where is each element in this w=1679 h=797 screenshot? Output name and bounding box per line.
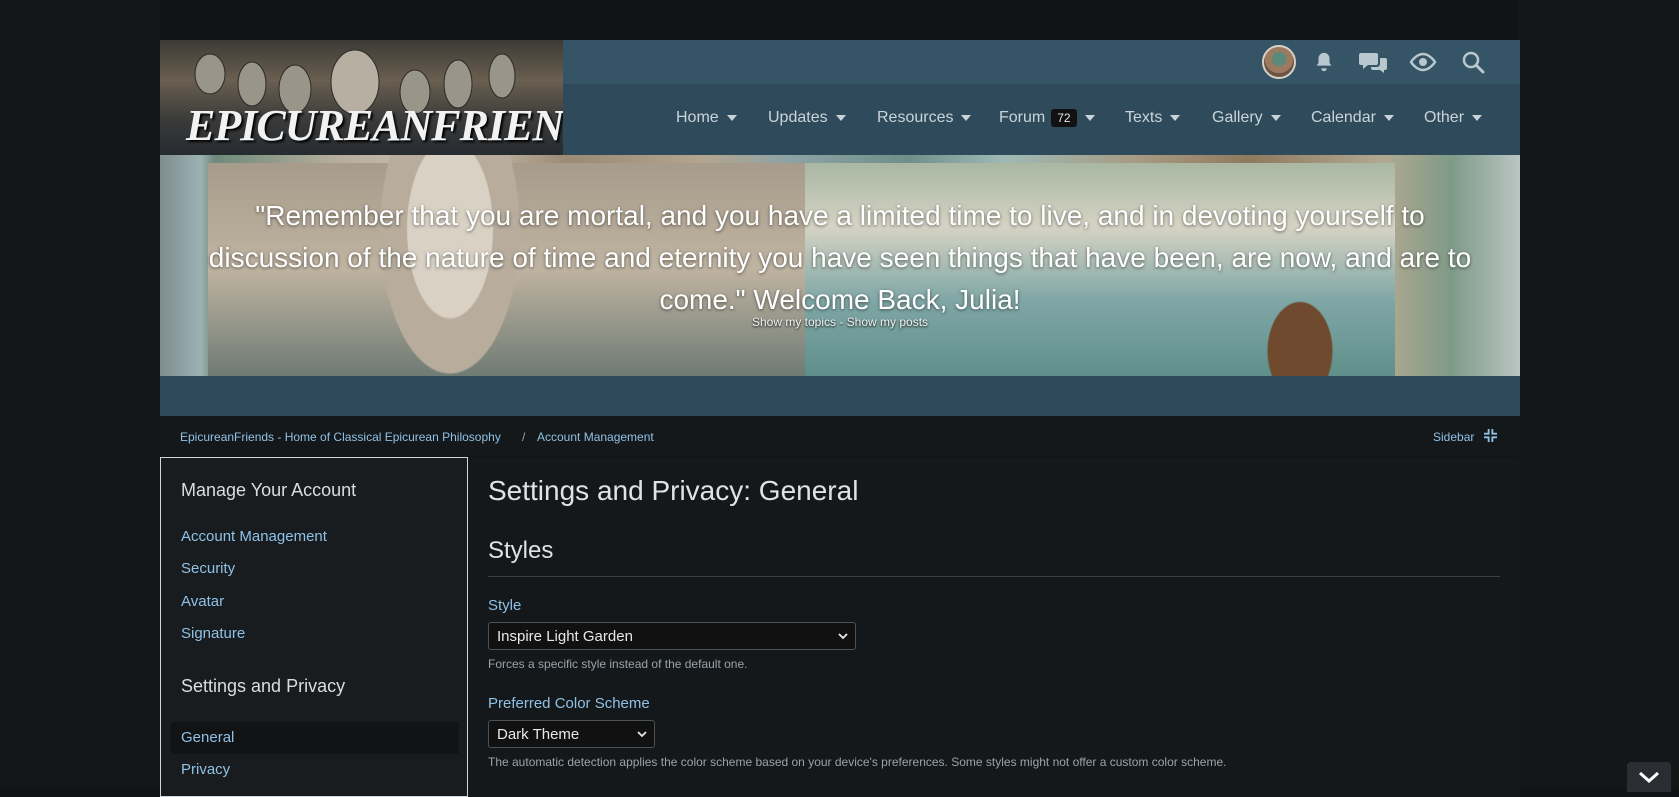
style-hint: Forces a specific style instead of the d… — [488, 657, 748, 671]
chevron-down-icon — [835, 115, 846, 121]
eye-icon[interactable] — [1408, 47, 1438, 77]
sidebar-section-title: Manage Your Account — [181, 480, 357, 500]
chevron-down-icon — [1639, 771, 1659, 784]
chevron-down-icon — [726, 115, 737, 121]
section-title: Styles — [488, 537, 554, 564]
nav-label: Updates — [768, 109, 828, 126]
chevron-down-icon — [1472, 115, 1483, 121]
user-avatar[interactable] — [1262, 45, 1296, 79]
chevron-down-icon — [838, 633, 848, 640]
nav-label: Resources — [877, 109, 954, 126]
collapse-icon[interactable] — [1484, 429, 1497, 442]
nav-updates[interactable]: Updates — [768, 109, 846, 127]
section-divider — [488, 576, 1500, 577]
chevron-down-icon — [637, 731, 647, 738]
bell-icon[interactable] — [1309, 47, 1339, 77]
forum-count-badge: 72 — [1051, 109, 1077, 127]
color-scheme-select-value: Dark Theme — [497, 726, 580, 743]
chevron-down-icon — [1170, 115, 1181, 121]
nav-texts[interactable]: Texts — [1125, 109, 1181, 127]
color-scheme-label: Preferred Color Scheme — [488, 695, 650, 712]
search-icon[interactable] — [1458, 47, 1488, 77]
sidebar-toggle-label: Sidebar — [1433, 430, 1475, 444]
sidebar-item-privacy[interactable]: Privacy — [181, 761, 230, 778]
page-margin-left — [0, 0, 160, 788]
sidebar-item-avatar[interactable]: Avatar — [181, 593, 224, 610]
nav-gallery[interactable]: Gallery — [1212, 109, 1281, 127]
sub-navigation-bar — [160, 376, 1520, 416]
sidebar-item-signature[interactable]: Signature — [181, 625, 245, 642]
style-select-value: Inspire Light Garden — [497, 628, 633, 645]
nav-resources[interactable]: Resources — [877, 109, 972, 127]
banner-quote: "Remember that you are mortal, and you h… — [208, 200, 1472, 315]
chat-icon[interactable] — [1358, 47, 1388, 77]
nav-label: Texts — [1125, 109, 1163, 126]
nav-other[interactable]: Other — [1424, 109, 1483, 127]
sidebar-section-title: Settings and Privacy — [181, 676, 346, 696]
nav-forum[interactable]: Forum 72 — [999, 109, 1095, 127]
sidebar-toggle[interactable]: Sidebar — [1433, 430, 1474, 444]
page-container: EPICUREANFRIENDS.COM Home Updates Resour… — [160, 40, 1520, 797]
breadcrumb-home[interactable]: EpicureanFriends - Home of Classical Epi… — [180, 430, 501, 444]
nav-calendar[interactable]: Calendar — [1311, 109, 1394, 127]
breadcrumb: EpicureanFriends - Home of Classical Epi… — [160, 416, 1520, 456]
site-logo[interactable]: EPICUREANFRIENDS.COM — [160, 40, 563, 155]
chevron-down-icon — [1383, 115, 1394, 121]
sidebar-item-account-management[interactable]: Account Management — [181, 528, 327, 545]
site-header: EPICUREANFRIENDS.COM Home Updates Resour… — [160, 40, 1520, 155]
color-scheme-select[interactable]: Dark Theme — [488, 720, 655, 748]
main-nav: Home Updates Resources Forum 72 Texts Gal… — [563, 97, 1520, 141]
hero-banner: "Remember that you are mortal, and you h… — [160, 155, 1520, 376]
style-label: Style — [488, 597, 522, 614]
chevron-down-icon — [1270, 115, 1281, 121]
logo-text: EPICUREANFRIENDS.COM — [186, 101, 563, 150]
color-scheme-hint: The automatic detection applies the colo… — [488, 755, 1227, 769]
nav-label: Forum — [999, 109, 1046, 126]
sidebar-item-security[interactable]: Security — [181, 560, 235, 577]
nav-home[interactable]: Home — [676, 109, 737, 127]
style-select[interactable]: Inspire Light Garden — [488, 622, 856, 650]
chevron-down-icon — [1084, 115, 1095, 121]
sidebar-item-general[interactable]: General — [181, 729, 234, 746]
nav-label: Calendar — [1311, 109, 1376, 126]
nav-label: Other — [1424, 109, 1465, 126]
nav-label: Home — [676, 109, 719, 126]
banner-links[interactable]: Show my topics - Show my posts — [160, 315, 1520, 329]
user-toolbar — [563, 40, 1520, 84]
chevron-down-icon — [961, 115, 972, 121]
breadcrumb-separator: / — [522, 430, 526, 444]
account-sidebar: Manage Your Account Account Management S… — [160, 457, 468, 797]
nav-label: Gallery — [1212, 109, 1263, 126]
page-title: Settings and Privacy: General — [488, 475, 859, 506]
breadcrumb-current[interactable]: Account Management — [537, 430, 654, 444]
page-margin-right — [1519, 0, 1679, 788]
main-content: Settings and Privacy: General Styles Sty… — [468, 457, 1520, 797]
